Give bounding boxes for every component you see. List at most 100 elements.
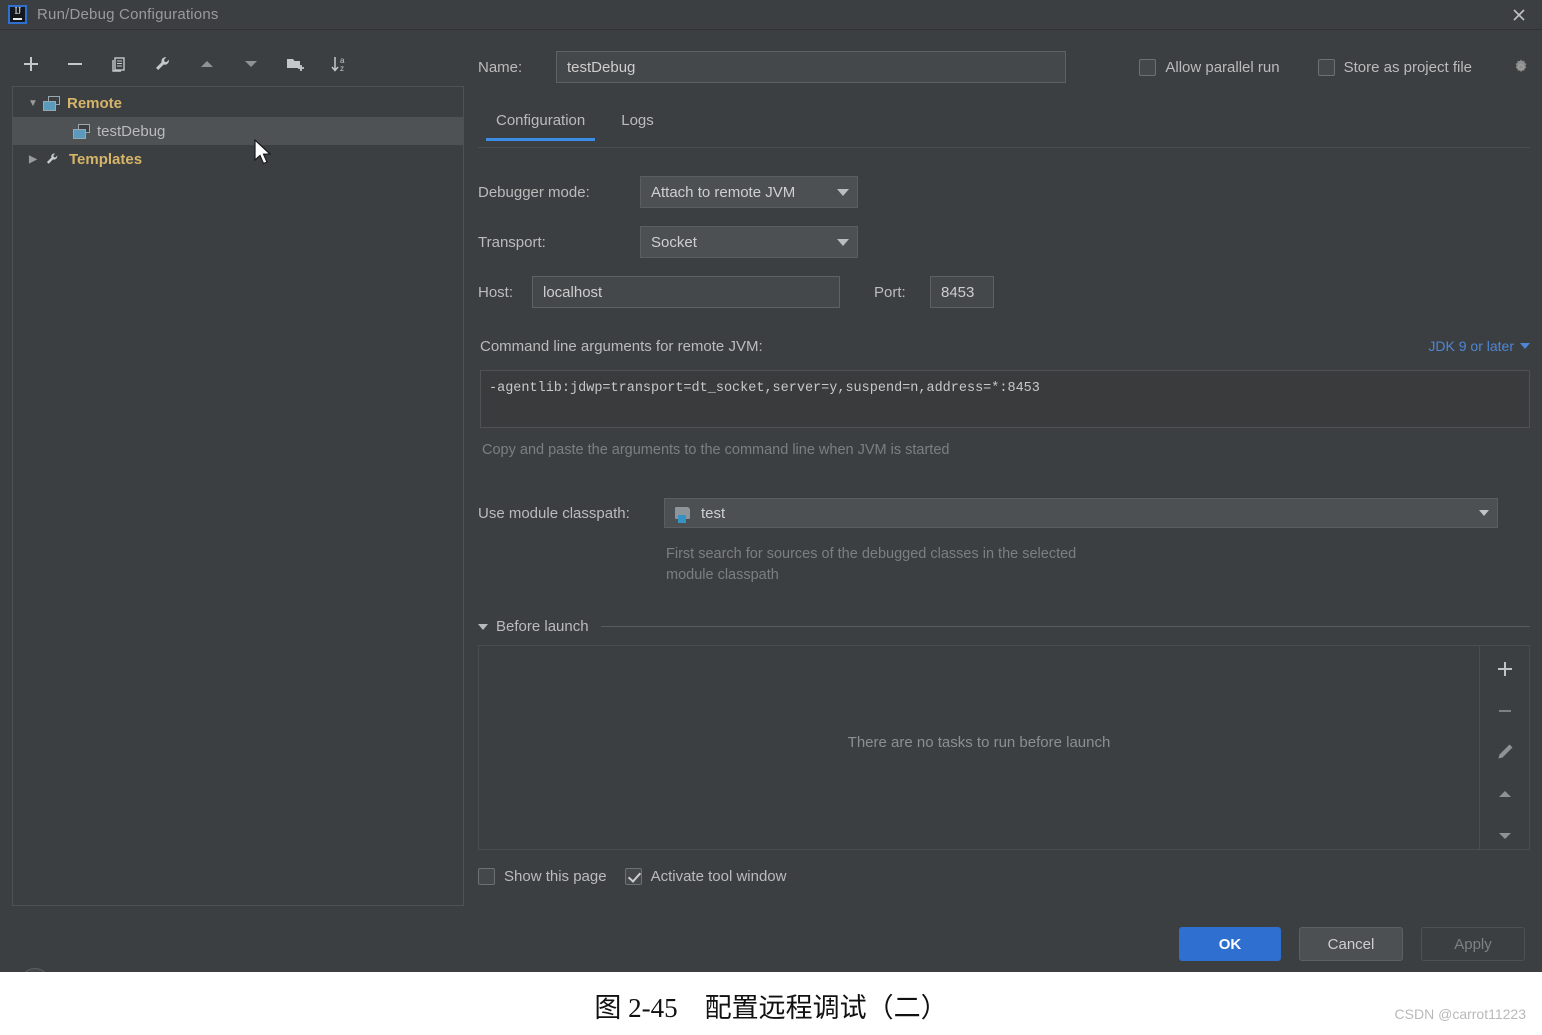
module-classpath-value: test [701, 504, 726, 522]
store-as-project-file-checkbox[interactable]: Store as project file [1317, 58, 1472, 76]
before-launch-title: Before launch [496, 618, 589, 635]
before-launch-collapse-icon[interactable] [478, 623, 488, 630]
jvm-arguments-value: -agentlib:jdwp=transport=dt_socket,serve… [489, 381, 1040, 396]
wrench-icon [43, 151, 62, 167]
configurations-tree-panel: a z ▼ Remote testDebug ▶ Templates [0, 38, 466, 998]
module-icon [675, 506, 692, 523]
tree-item-label: Templates [69, 150, 143, 168]
sort-configurations-button[interactable]: a z [326, 51, 352, 77]
tree-item-label: Remote [67, 94, 123, 112]
checkbox-label: Allow parallel run [1165, 58, 1280, 76]
bottom-options: Show this page Activate tool window [478, 868, 786, 885]
remove-task-button[interactable] [1492, 698, 1518, 724]
host-label: Host: [478, 283, 514, 301]
screenshot-root: Run/Debug Configurations [0, 0, 1542, 1035]
move-up-button[interactable] [194, 51, 220, 77]
checkbox-box[interactable] [478, 868, 495, 885]
command-line-hint: Copy and paste the arguments to the comm… [482, 442, 950, 458]
host-port-row: Host: Port: [478, 276, 994, 308]
name-label: Name: [478, 58, 523, 76]
checkbox-label: Activate tool window [650, 868, 787, 885]
before-launch-toolbar [1479, 646, 1529, 849]
debugger-mode-row: Debugger mode: Attach to remote JVM [478, 176, 858, 208]
cancel-button[interactable]: Cancel [1299, 927, 1403, 961]
checkbox-box[interactable] [1139, 58, 1157, 76]
module-classpath-row: Use module classpath: test [478, 498, 1530, 528]
remote-config-icon [43, 95, 60, 111]
port-input[interactable] [930, 276, 994, 308]
chevron-down-icon[interactable] [1520, 343, 1530, 349]
dialog-footer: OK Cancel Apply [0, 914, 1542, 972]
port-label: Port: [874, 283, 906, 301]
checkbox-label: Show this page [504, 868, 607, 885]
copy-configuration-button[interactable] [106, 51, 132, 77]
remove-configuration-button[interactable] [62, 51, 88, 77]
figure-caption: 图 2-45 配置远程调试（二） [594, 993, 948, 1023]
intellij-idea-logo-icon [8, 5, 27, 24]
move-down-button[interactable] [238, 51, 264, 77]
add-task-button[interactable] [1492, 656, 1518, 682]
tree-toolbar: a z [0, 46, 466, 82]
remote-config-icon [73, 123, 90, 139]
move-task-down-button[interactable] [1492, 823, 1518, 849]
before-launch-empty-text: There are no tasks to run before launch [847, 734, 1111, 751]
checkbox-box[interactable] [1317, 58, 1335, 76]
command-line-header: Command line arguments for remote JVM: J… [480, 338, 1530, 355]
run-debug-configurations-dialog: Run/Debug Configurations [0, 0, 1542, 998]
chevron-down-icon [1479, 510, 1489, 516]
module-classpath-hint: First search for sources of the debugged… [666, 544, 1076, 586]
jdk-version-link[interactable]: JDK 9 or later [1428, 338, 1514, 354]
edit-templates-wrench-icon[interactable] [150, 51, 176, 77]
host-input[interactable] [532, 276, 840, 308]
tree-item-remote[interactable]: ▼ Remote [13, 89, 463, 117]
tree-item-templates[interactable]: ▶ Templates [13, 145, 463, 173]
checkbox-label: Store as project file [1343, 58, 1472, 76]
transport-select[interactable]: Socket [640, 226, 858, 258]
name-input[interactable] [556, 51, 1066, 83]
configuration-editor-panel: Name: Allow parallel run Store as projec… [466, 30, 1542, 914]
module-classpath-label: Use module classpath: [478, 504, 630, 522]
expand-toggle-icon[interactable]: ▼ [23, 98, 43, 109]
checkbox-box[interactable] [624, 868, 642, 885]
module-classpath-select[interactable]: test [664, 498, 1498, 528]
chevron-down-icon [837, 238, 849, 246]
configurations-tree[interactable]: ▼ Remote testDebug ▶ Templates [12, 86, 464, 906]
jvm-arguments-field[interactable]: -agentlib:jdwp=transport=dt_socket,serve… [480, 370, 1530, 428]
tab-logs[interactable]: Logs [603, 104, 672, 141]
before-launch-divider [600, 626, 1530, 627]
gear-icon[interactable] [1510, 56, 1532, 78]
command-line-label: Command line arguments for remote JVM: [480, 338, 763, 355]
allow-parallel-run-checkbox[interactable]: Allow parallel run [1139, 58, 1280, 76]
ok-button[interactable]: OK [1179, 927, 1281, 961]
edit-task-pencil-icon[interactable] [1492, 740, 1518, 766]
transport-label: Transport: [478, 233, 546, 251]
dialog-title: Run/Debug Configurations [37, 6, 219, 23]
debugger-mode-value: Attach to remote JVM [651, 183, 796, 201]
before-launch-header: Before launch [478, 618, 1530, 635]
collapse-toggle-icon[interactable]: ▶ [23, 154, 43, 165]
tree-item-label: testDebug [97, 122, 166, 140]
editor-tabs: Configuration Logs [478, 104, 672, 141]
close-icon[interactable] [1496, 0, 1542, 30]
chevron-down-icon [837, 188, 849, 196]
tree-item-testdebug[interactable]: testDebug [13, 117, 463, 145]
top-options: Allow parallel run Store as project file [1139, 56, 1532, 78]
show-this-page-checkbox[interactable]: Show this page [478, 868, 607, 885]
activate-tool-window-checkbox[interactable]: Activate tool window [624, 868, 787, 885]
new-folder-button[interactable] [282, 51, 308, 77]
tab-configuration[interactable]: Configuration [478, 104, 603, 141]
module-classpath-hint-line1: First search for sources of the debugged… [666, 546, 1077, 562]
csdn-watermark: CSDN @carrot11223 [1394, 1006, 1526, 1022]
name-row: Name: [478, 51, 1066, 83]
transport-value: Socket [651, 233, 697, 251]
move-task-up-button[interactable] [1492, 781, 1518, 807]
before-launch-panel[interactable]: There are no tasks to run before launch [478, 645, 1530, 850]
transport-row: Transport: Socket [478, 226, 858, 258]
svg-text:z: z [340, 64, 344, 73]
add-configuration-button[interactable] [18, 51, 44, 77]
dialog-title-bar: Run/Debug Configurations [0, 0, 1542, 30]
tabs-divider [478, 147, 1530, 148]
figure-caption-area: 图 2-45 配置远程调试（二） CSDN @carrot11223 [0, 972, 1542, 1035]
apply-button[interactable]: Apply [1421, 927, 1525, 961]
debugger-mode-select[interactable]: Attach to remote JVM [640, 176, 858, 208]
